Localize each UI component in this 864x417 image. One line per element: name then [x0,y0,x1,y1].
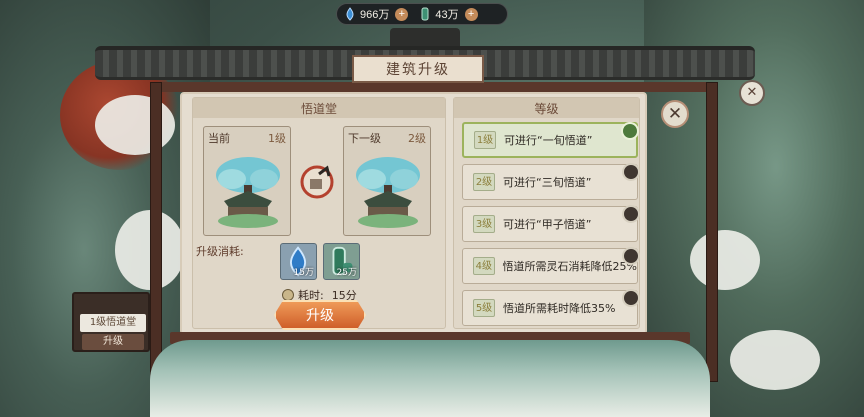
add-wood-button[interactable]: + [464,7,478,21]
next-label: 下一级 [348,132,381,145]
level-description: 可进行“甲子悟道” [503,218,592,231]
building-image [356,157,420,228]
wood-amount: 43万 [435,9,459,21]
wood-log-icon [421,7,429,21]
current-label: 当前 [208,132,230,145]
cost-wood-qty: 25万 [336,268,357,278]
level-item-5[interactable]: 5级 悟道所需耗时降低35% [462,289,640,326]
upgrade-arrow-icon [300,165,334,199]
dialog-title: 建筑升级 [352,55,484,83]
level-description: 可进行“三旬悟道” [503,176,592,189]
levels-header: 等级 [454,98,639,118]
resource-bar: 966万 + 43万 + [336,3,508,25]
building-image [216,157,280,228]
levels-section: 等级 1级 可进行“一旬悟道” 2级 可进行“三旬悟道” 3级 可进行“甲子悟道… [453,97,640,329]
level-item-3[interactable]: 3级 可进行“甲子悟道” [462,205,640,242]
building-sign: 1级悟道堂 升级 [72,292,150,352]
lock-icon [622,289,640,307]
game-scene: 966万 + 43万 + 建筑升级 悟道堂 当前 1级 下一级 2级 升级消耗:… [0,0,864,417]
cloud [730,330,820,390]
cost-spirit-stone-qty: 15万 [293,268,314,278]
close-button[interactable]: ✕ [661,100,689,128]
building-sign-upgrade-button[interactable]: 升级 [82,334,144,350]
level-badge: 2级 [473,173,495,191]
current-level-card: 当前 1级 [203,126,291,236]
level-item-2[interactable]: 2级 可进行“三旬悟道” [462,163,640,200]
level-description: 可进行“一旬悟道” [504,134,593,147]
level-item-1[interactable]: 1级 可进行“一旬悟道” [462,122,639,158]
current-level: 1级 [268,132,286,145]
level-badge: 4级 [473,257,495,275]
add-spirit-stone-button[interactable]: + [395,7,409,21]
top-beam [155,82,715,92]
level-description: 悟道所需耗时降低35% [503,302,616,315]
cost-wood[interactable]: 25万 [323,243,360,280]
next-level: 2级 [408,132,426,145]
right-post [706,82,718,382]
spirit-stone-amount: 966万 [360,9,390,21]
check-icon [621,122,639,140]
level-badge: 5级 [473,299,495,317]
lock-icon [622,205,640,223]
left-post [150,82,162,382]
spirit-stone-icon [346,7,354,21]
level-badge: 1级 [474,131,496,149]
building-sign-title: 1级悟道堂 [80,314,146,332]
cost-spirit-stone[interactable]: 15万 [280,243,317,280]
mist-waves [150,340,710,417]
lock-icon [622,247,640,265]
lantern-close-icon[interactable]: ✕ [739,80,765,106]
cloud [690,230,760,290]
level-description: 悟道所需灵石消耗降低25% [502,260,637,273]
building-name: 悟道堂 [193,98,445,118]
upgrade-button[interactable]: 升级 [274,300,366,330]
next-level-card: 下一级 2级 [343,126,431,236]
level-badge: 3级 [473,215,495,233]
resource-wood: 43万 + [418,6,478,22]
cost-label: 升级消耗: [196,245,244,258]
lock-icon [622,163,640,181]
clock-icon [282,289,294,301]
resource-spirit-stone: 966万 + [343,6,409,22]
level-item-4[interactable]: 4级 悟道所需灵石消耗降低25% [462,247,640,284]
cloud [95,95,175,155]
